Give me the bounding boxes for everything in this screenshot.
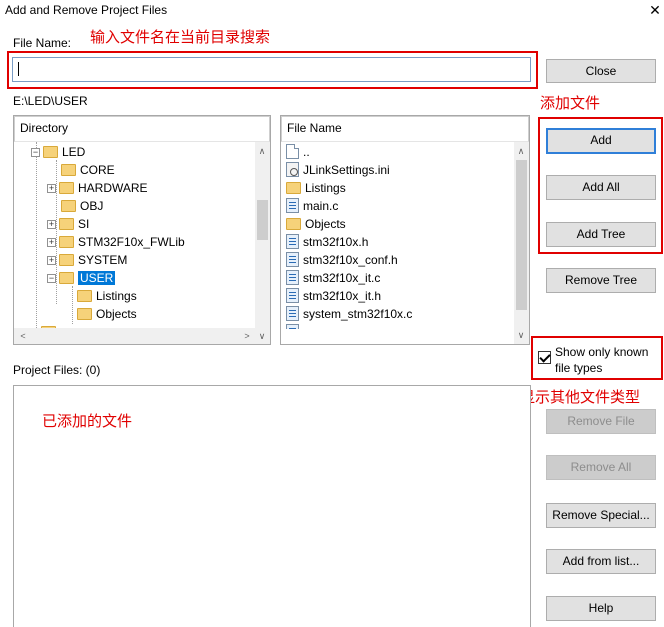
folder-open-icon xyxy=(59,272,74,284)
remove-all-button[interactable]: Remove All xyxy=(546,455,656,480)
help-button[interactable]: Help xyxy=(546,596,656,621)
blank-file-icon xyxy=(286,144,299,159)
folder-icon xyxy=(61,200,76,212)
c-file-icon xyxy=(286,252,299,267)
file-item-system-stm32f10x-c[interactable]: system_stm32f10x.c xyxy=(286,305,412,323)
scroll-left-icon[interactable]: < xyxy=(16,329,30,343)
file-item-listings[interactable]: Listings xyxy=(286,179,346,197)
tree-item-hardware[interactable]: + HARDWARE xyxy=(47,179,148,197)
tree-item-objects[interactable]: Objects xyxy=(77,305,137,323)
directory-header: Directory xyxy=(20,121,69,135)
c-file-icon xyxy=(286,288,299,303)
c-file-icon xyxy=(286,306,299,321)
add-tree-button[interactable]: Add Tree xyxy=(546,222,656,247)
current-path: E:\LED\USER xyxy=(13,94,88,108)
scroll-up-icon[interactable]: ∧ xyxy=(514,144,528,158)
close-button[interactable]: Close xyxy=(546,59,656,83)
folder-icon xyxy=(286,218,301,230)
directory-hscroll[interactable]: < > ∨ xyxy=(14,328,270,344)
c-file-icon xyxy=(286,198,299,213)
annotation-added: 已添加的文件 xyxy=(42,412,133,430)
annotation-add-file: 添加文件 xyxy=(540,94,601,112)
file-item-partial xyxy=(286,323,303,329)
folder-icon xyxy=(59,236,74,248)
collapse-icon[interactable]: − xyxy=(31,148,40,157)
window-title: Add and Remove Project Files xyxy=(5,3,168,17)
folder-icon xyxy=(43,146,58,158)
expand-icon[interactable]: + xyxy=(47,256,56,265)
file-name-input[interactable] xyxy=(12,57,531,82)
folder-icon xyxy=(59,254,74,266)
c-file-icon xyxy=(286,324,299,329)
folder-icon xyxy=(286,182,301,194)
file-item-jlinksettings[interactable]: JLinkSettings.ini xyxy=(286,161,390,179)
folder-icon xyxy=(77,290,92,302)
settings-file-icon xyxy=(286,162,299,177)
close-window-icon[interactable]: ✕ xyxy=(646,0,664,20)
project-files-label: Project Files: (0) xyxy=(13,363,101,377)
directory-panel[interactable]: Directory − LED CORE + HARDWARE OBJ + SI + S… xyxy=(13,115,271,345)
show-known-label[interactable]: Show only known file types xyxy=(555,344,648,376)
file-item-main-c[interactable]: main.c xyxy=(286,197,338,215)
file-list-vscroll[interactable]: ∧ ∨ xyxy=(514,142,529,344)
expand-icon[interactable]: + xyxy=(47,184,56,193)
remove-special-button[interactable]: Remove Special... xyxy=(546,503,656,528)
scroll-thumb[interactable] xyxy=(516,160,527,310)
c-file-icon xyxy=(286,270,299,285)
folder-icon xyxy=(61,164,76,176)
selected-folder-label: USER xyxy=(78,271,116,285)
remove-file-button[interactable]: Remove File xyxy=(546,409,656,434)
file-item-stm32f10x-it-h[interactable]: stm32f10x_it.h xyxy=(286,287,381,305)
text-caret xyxy=(18,62,19,76)
tree-item-system[interactable]: + SYSTEM xyxy=(47,251,127,269)
tree-item-obj[interactable]: OBJ xyxy=(61,197,103,215)
tree-item-si[interactable]: + SI xyxy=(47,215,89,233)
directory-vscroll[interactable]: ∧ xyxy=(255,142,270,328)
scroll-right-icon[interactable]: > xyxy=(240,329,254,343)
add-button[interactable]: Add xyxy=(546,128,656,154)
tree-item-core[interactable]: CORE xyxy=(61,161,115,179)
file-name-label: File Name: xyxy=(13,36,72,50)
file-list-header: File Name xyxy=(287,121,342,135)
folder-icon xyxy=(59,218,74,230)
add-from-list-button[interactable]: Add from list... xyxy=(546,549,656,574)
annotation-filename: 输入文件名在当前目录搜索 xyxy=(90,28,271,46)
collapse-icon[interactable]: − xyxy=(47,274,56,283)
expand-icon[interactable]: + xyxy=(47,220,56,229)
file-list-panel[interactable]: File Name .. JLinkSettings.ini Listings … xyxy=(280,115,530,345)
file-item-stm32f10x-conf-h[interactable]: stm32f10x_conf.h xyxy=(286,251,398,269)
folder-icon xyxy=(77,308,92,320)
c-file-icon xyxy=(286,234,299,249)
project-files-list[interactable]: 已添加的文件 xyxy=(13,385,531,627)
tree-item-stm32f10x-fwlib[interactable]: + STM32F10x_FWLib xyxy=(47,233,185,251)
show-known-checkbox[interactable] xyxy=(538,351,551,367)
file-item-stm32f10x-it-c[interactable]: stm32f10x_it.c xyxy=(286,269,380,287)
file-item-parent[interactable]: .. xyxy=(286,143,310,161)
file-item-objects[interactable]: Objects xyxy=(286,215,346,233)
add-all-button[interactable]: Add All xyxy=(546,175,656,200)
file-item-stm32f10x-h[interactable]: stm32f10x.h xyxy=(286,233,368,251)
folder-icon xyxy=(59,182,74,194)
remove-tree-button[interactable]: Remove Tree xyxy=(546,268,656,293)
tree-item-led[interactable]: − LED xyxy=(31,143,85,161)
tree-item-user[interactable]: − USER xyxy=(47,269,116,287)
scroll-thumb[interactable] xyxy=(257,200,268,240)
tree-item-listings[interactable]: Listings xyxy=(77,287,137,305)
expand-icon[interactable]: + xyxy=(47,238,56,247)
scroll-up-icon[interactable]: ∧ xyxy=(255,144,269,158)
scroll-down-icon[interactable]: ∨ xyxy=(514,328,528,342)
scroll-down-icon[interactable]: ∨ xyxy=(255,329,269,343)
checkmark-icon xyxy=(538,351,551,364)
